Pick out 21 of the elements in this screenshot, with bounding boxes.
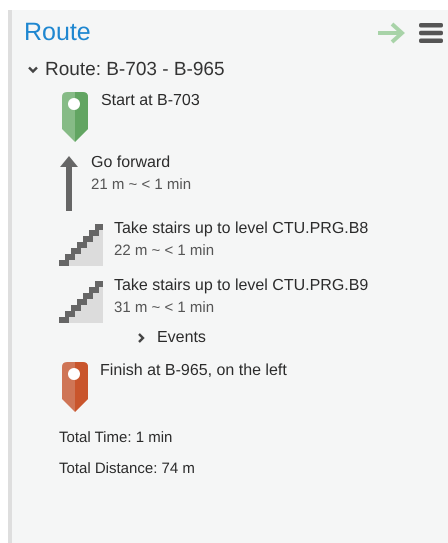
step-instruction[interactable]: Go forward — [91, 153, 192, 172]
stairs-icon — [59, 279, 105, 325]
step-detail: 22 m ~ < 1 min — [114, 242, 216, 259]
summary-text: Total Distance: 74 m — [59, 460, 196, 477]
step-detail: 21 m ~ < 1 min — [91, 176, 192, 193]
step-instruction[interactable]: Take stairs up to level CTU.PRG.B8 — [114, 219, 368, 238]
chevron-icon[interactable] — [27, 64, 39, 76]
step-instruction[interactable]: Finish at B-965, on the left — [100, 361, 287, 380]
map-pin-icon — [59, 361, 91, 413]
map-pin-icon — [59, 91, 91, 143]
stairs-icon — [59, 222, 105, 268]
panel-title: Route — [24, 18, 91, 47]
events-item[interactable]: Events — [157, 329, 206, 347]
step-instruction[interactable]: Take stairs up to level CTU.PRG.B9 — [114, 276, 368, 295]
arrow-up-icon — [59, 155, 79, 211]
step-instruction[interactable]: Start at B-703 — [101, 91, 200, 110]
chevron-icon[interactable] — [135, 332, 147, 344]
route-header[interactable]: Route: B-703 - B-965 — [45, 59, 225, 81]
step-detail: 31 m ~ < 1 min — [114, 299, 216, 316]
summary-text: Total Time: 1 min — [59, 429, 174, 446]
menu-icon[interactable] — [418, 22, 444, 44]
